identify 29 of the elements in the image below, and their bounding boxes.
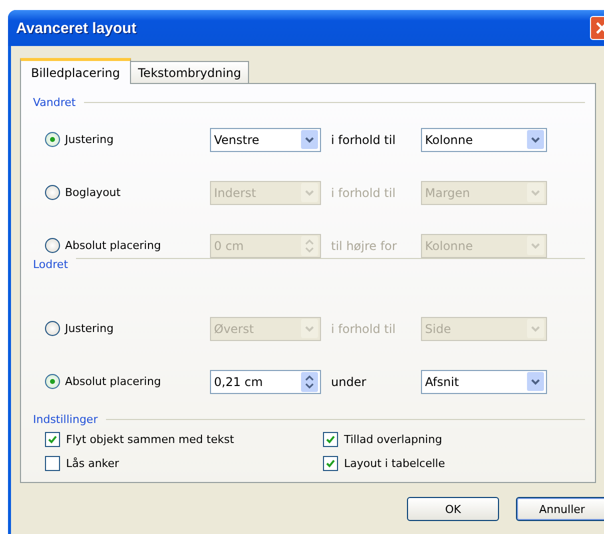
relation-label: i forhold til — [330, 186, 397, 200]
dropdown[interactable]: Venstre — [210, 128, 321, 152]
radio-icon[interactable] — [45, 374, 60, 389]
relation-label: under — [330, 374, 368, 388]
checkbox[interactable]: Layout i tabelcelle — [323, 456, 445, 471]
spinner-arrows-icon[interactable] — [301, 372, 318, 392]
relation-label: i forhold til — [330, 322, 397, 336]
dialog-button[interactable]: Annuller — [516, 497, 604, 521]
window-title: Avanceret layout — [16, 20, 136, 36]
section-heading: Lodret — [33, 258, 68, 271]
dropdown[interactable]: Afsnit — [421, 370, 547, 394]
check-icon — [325, 458, 336, 469]
radio-icon[interactable] — [45, 132, 60, 147]
spin-field[interactable]: 0,21 cm — [210, 370, 321, 394]
tab[interactable]: Billedplacering — [20, 58, 132, 84]
check-icon — [325, 434, 336, 445]
tab[interactable]: Tekstombrydning — [130, 61, 250, 83]
relation-label: til højre for — [330, 238, 398, 252]
dialog-button[interactable]: OK — [407, 497, 499, 521]
section-heading: Vandret — [33, 96, 76, 108]
radio-button[interactable]: Absolut placering — [45, 374, 161, 389]
checkbox[interactable]: Tillad overlapning — [323, 432, 442, 447]
dropdown[interactable]: Kolonne — [421, 128, 547, 152]
check-icon — [47, 434, 58, 445]
section-heading: Indstillinger — [33, 412, 98, 426]
checkbox[interactable]: Flyt objekt sammen med tekst — [45, 432, 234, 447]
radio-button[interactable]: Justering — [45, 132, 114, 147]
checkbox[interactable]: Lås anker — [45, 456, 120, 471]
relation-label: i forhold til — [330, 132, 397, 146]
